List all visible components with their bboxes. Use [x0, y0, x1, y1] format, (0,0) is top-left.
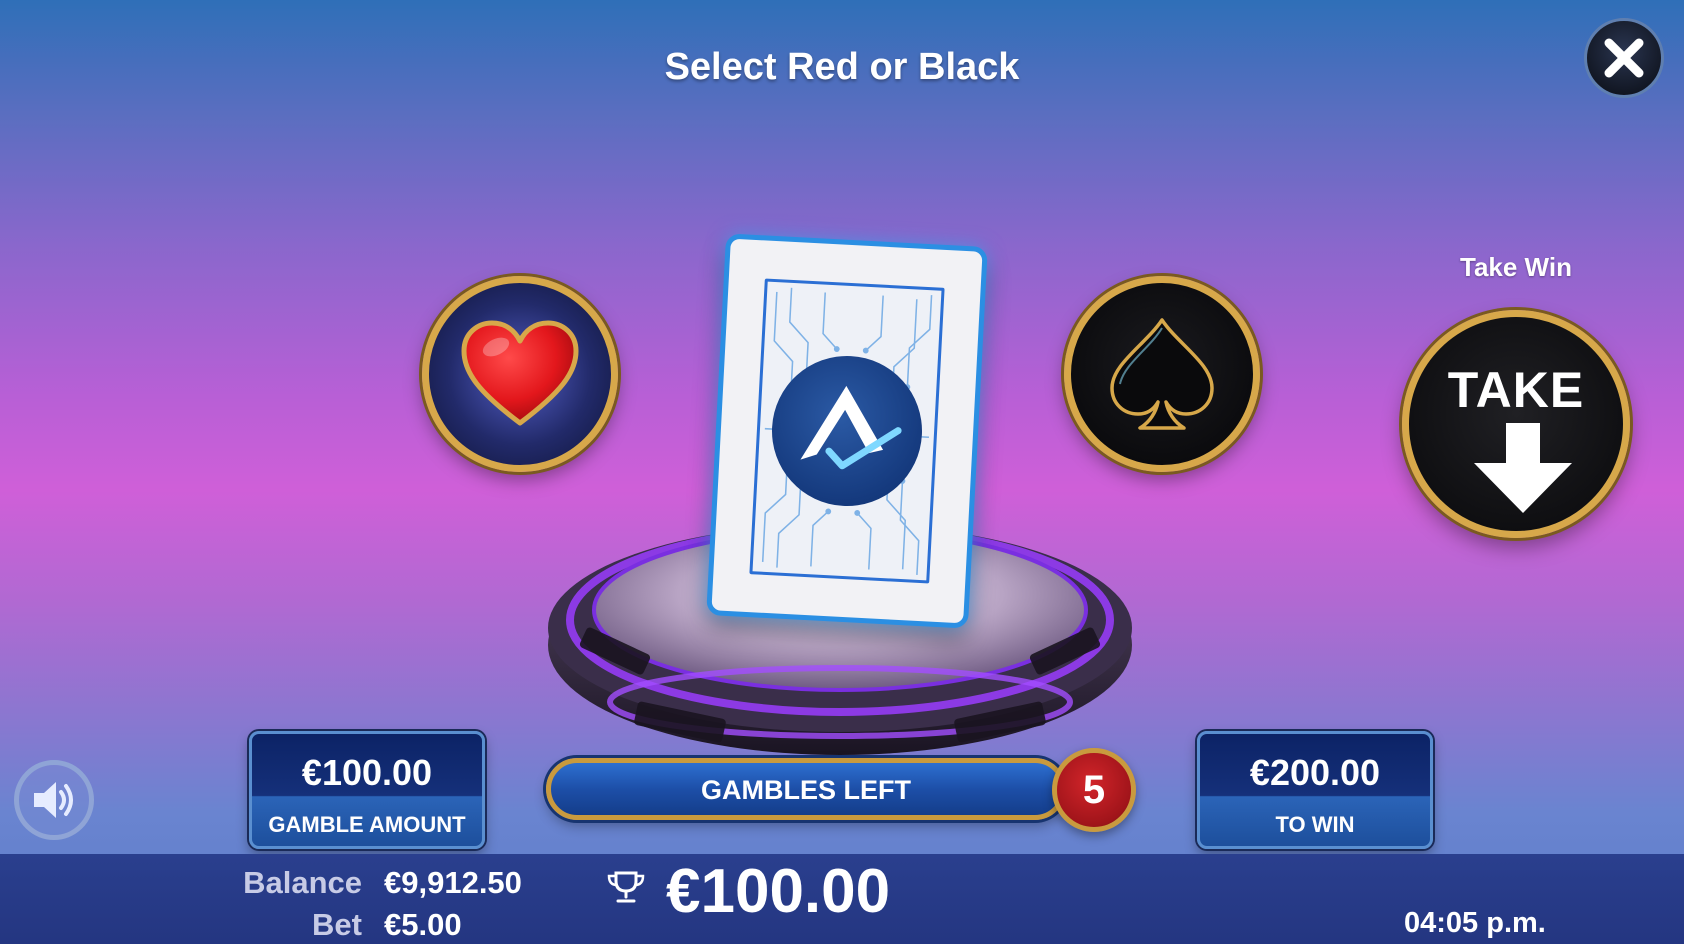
to-win-caption: TO WIN	[1275, 812, 1355, 837]
gamble-amount-caption: GAMBLE AMOUNT	[268, 812, 466, 837]
clock: 04:05 p.m.	[1404, 907, 1546, 939]
playing-card-back	[706, 233, 988, 629]
to-win-panel: €200.00 TO WIN	[1197, 731, 1433, 849]
take-button-text: TAKE	[1447, 362, 1585, 418]
gambles-left-bar: GAMBLES LEFT	[546, 758, 1066, 820]
gamble-amount-panel: €100.00 GAMBLE AMOUNT	[249, 731, 485, 849]
bet-value: €5.00	[384, 907, 462, 942]
arrow-down-icon	[1474, 423, 1572, 513]
bet-label: Bet	[312, 907, 362, 942]
sound-toggle-button[interactable]	[14, 760, 94, 840]
gambles-left-count: 5	[1052, 748, 1136, 832]
card-logo	[768, 352, 926, 510]
red-choice-button[interactable]	[422, 276, 618, 472]
gamble-amount-value: €100.00	[301, 752, 433, 793]
trophy-icon	[607, 871, 645, 903]
take-win-label: Take Win	[1460, 252, 1572, 282]
black-choice-button[interactable]	[1064, 276, 1260, 472]
win-amount: €100.00	[666, 857, 891, 926]
take-win-button[interactable]: TAKE	[1402, 310, 1630, 538]
close-button[interactable]	[1584, 18, 1664, 98]
balance-value: €9,912.50	[384, 865, 522, 900]
close-icon	[1604, 38, 1644, 78]
spade-icon	[1110, 318, 1214, 430]
page-title: Select Red or Black	[664, 46, 1020, 88]
heart-icon	[461, 320, 579, 426]
logo-icon	[800, 385, 902, 470]
balance-label: Balance	[243, 865, 362, 900]
to-win-value: €200.00	[1249, 752, 1381, 793]
speaker-icon	[34, 782, 73, 818]
gambles-left-label: GAMBLES LEFT	[701, 775, 911, 805]
